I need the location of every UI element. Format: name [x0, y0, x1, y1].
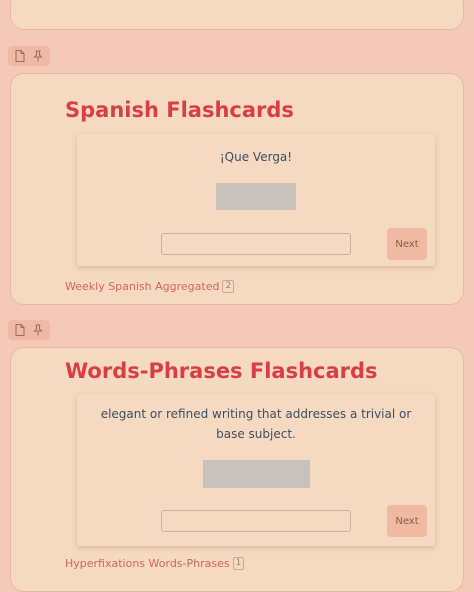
deck-link[interactable]: Hyperfixations Words-Phrases 1 [65, 557, 245, 570]
file-icon[interactable] [14, 324, 26, 336]
previous-card [10, 0, 464, 30]
deck-count-badge: 2 [222, 280, 235, 293]
next-button[interactable]: Next [387, 228, 427, 260]
flashcard-prompt: ¡Que Verga! [219, 150, 293, 164]
words-phrases-flashcards-card: Words-Phrases Flashcards elegant or refi… [10, 347, 464, 592]
deck-name[interactable]: Hyperfixations Words-Phrases [65, 557, 230, 570]
flashcard-prompt: elegant or refined writing that addresse… [100, 407, 412, 441]
pin-icon[interactable] [32, 50, 44, 62]
flashcard: elegant or refined writing that addresse… [77, 394, 435, 546]
pin-icon[interactable] [32, 324, 44, 336]
spanish-flashcards-card: Spanish Flashcards ¡Que Verga! Next Week… [10, 73, 464, 305]
card-title: Spanish Flashcards [65, 98, 294, 122]
card-toolbar [8, 46, 50, 66]
answer-input[interactable] [161, 233, 351, 255]
hidden-answer[interactable] [216, 183, 296, 210]
flashcard: ¡Que Verga! Next [77, 134, 435, 266]
deck-count-badge: 1 [232, 557, 245, 570]
next-button[interactable]: Next [387, 505, 427, 537]
deck-name[interactable]: Weekly Spanish Aggregated [65, 280, 219, 293]
deck-link[interactable]: Weekly Spanish Aggregated 2 [65, 280, 235, 293]
card-toolbar [8, 320, 50, 340]
file-icon[interactable] [14, 50, 26, 62]
card-title: Words-Phrases Flashcards [65, 359, 378, 383]
answer-input[interactable] [161, 510, 351, 532]
hidden-answer[interactable] [203, 460, 310, 488]
